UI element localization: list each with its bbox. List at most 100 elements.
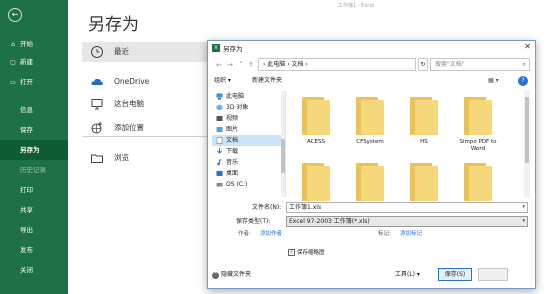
search-input[interactable]: 搜索"文档" ⌕ <box>430 58 530 71</box>
nav-label: 导出 <box>20 226 33 234</box>
nav-item-close[interactable]: 关闭 <box>0 260 68 280</box>
picture-icon <box>216 127 223 132</box>
back-icon[interactable]: ← <box>214 59 224 71</box>
organize-menu[interactable]: 组织 ▾ <box>214 75 231 87</box>
thumbnail-option[interactable]: ✓ 保存缩略图 <box>288 248 325 258</box>
tree-item-music[interactable]: 音乐 <box>212 157 284 168</box>
nav-item-export[interactable]: 导出 <box>0 220 68 240</box>
scroll-thumb[interactable] <box>525 97 529 163</box>
location-label: 最近 <box>114 47 129 56</box>
location-this-pc[interactable]: 这台电脑 <box>82 94 210 114</box>
tree-item-this-pc[interactable]: 此电脑 <box>212 91 284 102</box>
add-author-link[interactable]: 添加作者 <box>260 229 282 239</box>
backstage-nav: ← ⌂ 开始 ▢ 新建 ▭ 打开 信息 保存 另存为 历史记录 打印 共享 导出 发布… <box>0 0 68 294</box>
add-tags-link[interactable]: 添加标记 <box>400 229 422 239</box>
folder-icon <box>410 97 438 135</box>
folder-icon <box>90 151 104 165</box>
nav-label: 发布 <box>20 246 33 254</box>
desktop-icon <box>216 171 223 176</box>
tree-label: 桌面 <box>226 170 239 177</box>
nav-label: 另存为 <box>20 146 40 154</box>
nav-label: 信息 <box>20 106 33 114</box>
folder-label-acess[interactable]: ACESS <box>290 139 342 146</box>
breadcrumb[interactable]: › 此电脑 › 文档 › <box>258 58 416 71</box>
globe-plus-icon <box>90 121 104 135</box>
metadata-row: 作者: 添加作者 标记: 添加标记 <box>212 229 532 239</box>
folder-item[interactable] <box>348 97 392 155</box>
folder-item[interactable] <box>402 97 446 155</box>
window-title: 工作簿1 - Excel <box>338 3 375 9</box>
search-placeholder: 搜索"文档" <box>435 61 465 68</box>
thumbnail-label: 保存缩略图 <box>297 250 325 256</box>
tree-item-desktop[interactable]: 桌面 <box>212 168 284 179</box>
nav-item-info[interactable]: 信息 <box>0 100 68 120</box>
cancel-button[interactable] <box>478 268 508 281</box>
nav-item-save-as[interactable]: 另存为 <box>0 140 68 160</box>
folder-label-simpo[interactable]: Simpo PDF to Word <box>452 139 504 153</box>
location-add-place[interactable]: 添加位置 <box>82 118 210 138</box>
excel-backstage: ← ⌂ 开始 ▢ 新建 ▭ 打开 信息 保存 另存为 历史记录 打印 共享 导出 发布… <box>0 0 550 294</box>
nav-item-home[interactable]: ⌂ 开始 <box>0 34 68 54</box>
tools-menu[interactable]: 工具(L) ▾ <box>395 269 420 281</box>
divider <box>82 136 210 137</box>
save-button[interactable]: 保存(S) <box>438 268 472 281</box>
tree-item-3d[interactable]: 3D 对象 <box>212 102 284 113</box>
excel-icon: X <box>212 44 220 52</box>
location-browse[interactable]: 浏览 <box>82 148 210 168</box>
up-icon[interactable]: ↑ <box>246 59 256 71</box>
folder-label-cfsystem[interactable]: CFSystem <box>344 139 396 146</box>
author-label: 作者: <box>238 231 251 237</box>
tree-item-drive-c[interactable]: OS (C:) <box>212 179 284 190</box>
tags-label: 标记: <box>378 231 391 237</box>
hide-folders-label: 隐藏文件夹 <box>221 271 252 278</box>
nav-item-share[interactable]: 共享 <box>0 200 68 220</box>
close-icon[interactable]: ✕ <box>524 42 531 51</box>
location-label: 添加位置 <box>114 123 144 132</box>
tree-item-video[interactable]: 视频 <box>212 113 284 124</box>
filetype-select[interactable]: Excel 97-2003 工作簿(*.xls) ▾ <box>286 216 528 227</box>
history-chevron-icon[interactable]: ˅ <box>236 59 246 71</box>
filetype-row: 保存类型(T): Excel 97-2003 工作簿(*.xls) ▾ <box>212 216 532 228</box>
tree-item-documents[interactable]: 文档 <box>212 135 284 146</box>
location-onedrive[interactable]: OneDrive <box>82 72 210 92</box>
folder-icon <box>464 97 492 135</box>
nav-item-open[interactable]: ▭ 打开 <box>0 72 68 92</box>
file-list-scrollbar[interactable] <box>524 91 530 197</box>
chevron-down-icon[interactable]: ▾ <box>522 203 525 212</box>
chevron-down-icon[interactable]: ▾ <box>522 217 525 226</box>
folder-item[interactable] <box>294 97 338 155</box>
nav-item-new[interactable]: ▢ 新建 <box>0 52 68 72</box>
new-file-icon: ▢ <box>10 59 16 66</box>
nav-item-publish[interactable]: 发布 <box>0 240 68 260</box>
nav-item-save[interactable]: 保存 <box>0 120 68 140</box>
new-folder-button[interactable]: 新建文件夹 <box>252 75 282 87</box>
folder-label-hs[interactable]: HS <box>398 139 450 146</box>
refresh-icon[interactable]: ↻ <box>418 58 428 71</box>
tree-label: 3D 对象 <box>226 104 249 111</box>
forward-icon[interactable]: → <box>225 59 235 71</box>
filename-input[interactable]: 工作簿1.xls ▾ <box>286 202 528 213</box>
tree-item-pictures[interactable]: 图片 <box>212 124 284 135</box>
document-icon <box>216 137 223 144</box>
address-bar: ← → ˅ ↑ › 此电脑 › 文档 › ↻ 搜索"文档" ⌕ <box>212 58 532 72</box>
hide-folders-toggle[interactable]: ^ 隐藏文件夹 <box>212 270 251 280</box>
page-title: 另存为 <box>88 15 139 35</box>
nav-item-print[interactable]: 打印 <box>0 180 68 200</box>
tree-label: 图片 <box>226 126 239 133</box>
location-label: 浏览 <box>114 153 129 162</box>
tree-label: 此电脑 <box>226 93 245 100</box>
nav-label: 历史记录 <box>20 166 46 174</box>
clock-icon <box>90 45 104 59</box>
scroll-thumb[interactable] <box>281 139 285 173</box>
tree-label: OS (C:) <box>226 181 248 188</box>
view-options-icon[interactable]: ▦ ▾ <box>488 75 499 87</box>
tree-item-downloads[interactable]: 下载 <box>212 146 284 157</box>
nav-label: 关闭 <box>20 266 33 274</box>
location-recent[interactable]: 最近 <box>82 42 210 62</box>
help-icon[interactable]: ? <box>518 76 528 86</box>
chevron-up-icon: ^ <box>212 272 219 279</box>
thumbnail-checkbox[interactable]: ✓ <box>288 249 295 256</box>
back-arrow-icon[interactable]: ← <box>8 8 22 22</box>
nav-item-history[interactable]: 历史记录 <box>0 160 68 180</box>
tree-scrollbar[interactable] <box>281 91 285 197</box>
